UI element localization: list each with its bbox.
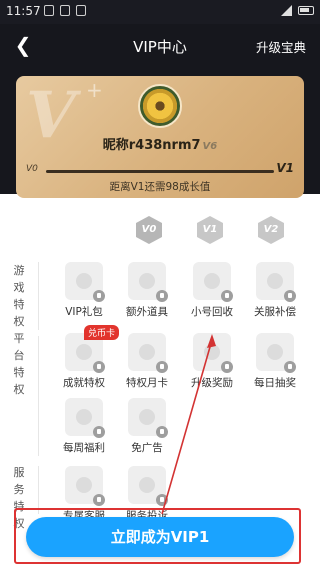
headset-icon — [65, 466, 105, 506]
compensation-icon — [256, 262, 296, 302]
perk-label: 免广告 — [131, 442, 163, 454]
growth-progress-bar — [46, 170, 274, 173]
section-divider — [38, 336, 39, 456]
status-bar: 11:57 — [0, 0, 320, 24]
level-badge-v2[interactable]: V2 — [258, 216, 284, 244]
lock-icon — [156, 361, 168, 373]
perk-label: 关服补偿 — [254, 306, 296, 318]
perk-alt-recycle[interactable]: 小号回收 — [179, 262, 245, 319]
image-icon — [76, 5, 86, 16]
lock-icon — [284, 361, 296, 373]
lock-icon — [93, 494, 105, 506]
upgrade-guide-link[interactable]: 升级宝典 — [256, 37, 306, 56]
vip-card: V + 昵称r438nrm7 V6 V0 V1 距离V1还需98成长值 — [16, 76, 304, 198]
lock-icon — [156, 426, 168, 438]
perk-label: 每日抽奖 — [254, 377, 296, 389]
section-divider — [38, 262, 39, 330]
download-icon — [60, 5, 70, 16]
level-tag: V6 — [202, 141, 218, 152]
notification-icon — [44, 5, 54, 16]
perk-daily-draw[interactable]: 每日抽奖 — [242, 333, 308, 390]
lock-icon — [284, 290, 296, 302]
avatar[interactable] — [138, 84, 182, 128]
perk-monthly-card[interactable]: 特权月卡 — [114, 333, 180, 390]
section-divider — [38, 466, 39, 514]
item-icon — [128, 262, 168, 302]
progress-caption: 距离V1还需98成长值 — [109, 181, 211, 193]
section-label-game: 游戏特权 — [13, 264, 25, 328]
lock-icon — [221, 290, 233, 302]
lock-icon — [156, 290, 168, 302]
perk-label: VIP礼包 — [65, 306, 103, 318]
perk-label: 小号回收 — [191, 306, 233, 318]
coin-card-badge: 兑币卡 — [84, 325, 120, 340]
lock-icon — [93, 290, 105, 302]
lock-icon — [93, 426, 105, 438]
status-right — [281, 5, 314, 16]
welfare-icon — [65, 398, 105, 438]
become-vip-button[interactable]: 立即成为VIP1 — [26, 517, 294, 557]
perk-vip-gift[interactable]: VIP礼包 — [51, 262, 117, 319]
perk-no-ads[interactable]: 免广告 — [114, 398, 180, 455]
perk-label: 特权月卡 — [126, 377, 168, 389]
status-time: 11:57 — [6, 4, 41, 18]
level-track: V0 V1 V2 — [0, 216, 320, 252]
gift-icon — [65, 262, 105, 302]
battery-icon — [298, 6, 314, 15]
lottery-wheel-icon — [256, 333, 296, 373]
perk-label: 每周福利 — [63, 442, 105, 454]
complaint-icon — [128, 466, 168, 506]
perk-label: 成就特权 — [63, 377, 105, 389]
nickname-text: 昵称r438nrm7 — [102, 138, 201, 153]
perk-server-compensation[interactable]: 关服补偿 — [242, 262, 308, 319]
section-label-platform: 平台特权 — [13, 332, 25, 396]
lock-icon — [93, 361, 105, 373]
level-badge-v1[interactable]: V1 — [197, 216, 223, 244]
progress-level-end: V1 — [276, 161, 294, 175]
card-icon — [128, 333, 168, 373]
lock-icon — [156, 494, 168, 506]
perk-upgrade-reward[interactable]: 升级奖励 — [179, 333, 245, 390]
no-ads-icon — [128, 398, 168, 438]
progress-level-start: V0 — [26, 164, 38, 174]
reward-icon — [193, 333, 233, 373]
recycle-icon — [193, 262, 233, 302]
perk-label: 额外道具 — [126, 306, 168, 318]
perk-label: 升级奖励 — [191, 377, 233, 389]
lock-icon — [221, 361, 233, 373]
perk-weekly-welfare[interactable]: 每周福利 — [51, 398, 117, 455]
status-icons — [44, 5, 86, 16]
level-badge-v0[interactable]: V0 — [136, 216, 162, 244]
nickname: 昵称r438nrm7 V6 — [16, 134, 304, 153]
signal-icon — [281, 5, 292, 16]
plus-icon: + — [86, 78, 103, 102]
perk-extra-items[interactable]: 额外道具 — [114, 262, 180, 319]
perk-achievement[interactable]: 成就特权 — [51, 333, 117, 390]
